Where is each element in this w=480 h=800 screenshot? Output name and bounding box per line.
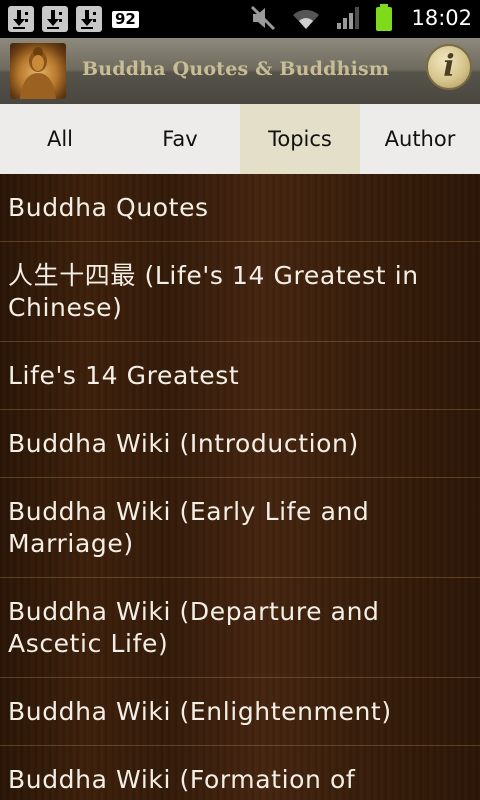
list-item-label: Buddha Wiki (Early Life and Marriage) [8, 496, 370, 558]
download-icon [74, 5, 104, 33]
list-item-label: Buddha Wiki (Departure and Ascetic Life) [8, 596, 380, 658]
list-item[interactable]: Buddha Wiki (Departure and Ascetic Life) [0, 578, 480, 678]
info-button[interactable]: i [426, 44, 472, 90]
tab-author[interactable]: Author [360, 104, 480, 174]
battery-icon [375, 4, 393, 32]
notification-area: 92 [6, 5, 139, 33]
list-item-label: Buddha Quotes [8, 192, 209, 222]
mute-icon [249, 4, 277, 32]
app-title-bar: Buddha Quotes & Buddhism i [0, 38, 480, 105]
list-item[interactable]: Buddha Quotes [0, 174, 480, 242]
list-item[interactable]: Life's 14 Greatest [0, 342, 480, 410]
clock: 18:02 [411, 6, 472, 30]
list-item[interactable]: Buddha Wiki (Early Life and Marriage) [0, 478, 480, 578]
list-item[interactable]: Buddha Wiki (Enlightenment) [0, 678, 480, 746]
system-icons: 18:02 [235, 4, 472, 32]
topic-list[interactable]: Buddha Quotes 人生十四最 (Life's 14 Greatest … [0, 174, 480, 800]
download-icon [6, 5, 36, 33]
battery-level-badge: 92 [112, 10, 139, 28]
info-icon: i [443, 49, 455, 84]
tab-fav[interactable]: Fav [120, 104, 240, 174]
list-item[interactable]: 人生十四最 (Life's 14 Greatest in Chinese) [0, 242, 480, 342]
tab-topics[interactable]: Topics [240, 104, 360, 174]
list-item-label: 人生十四最 (Life's 14 Greatest in Chinese) [8, 260, 419, 322]
wifi-icon [291, 5, 321, 31]
signal-icon [335, 5, 361, 31]
download-icon [40, 5, 70, 33]
buddha-logo-icon [10, 43, 66, 99]
list-item-label: Buddha Wiki (Introduction) [8, 428, 359, 458]
list-item-label: Buddha Wiki (Formation of [8, 765, 356, 794]
app-title: Buddha Quotes & Buddhism [82, 58, 390, 80]
status-bar: 92 18:02 [0, 0, 480, 38]
list-item-label: Buddha Wiki (Enlightenment) [8, 696, 392, 726]
list-item[interactable]: Buddha Wiki (Formation of [0, 746, 480, 800]
tab-all[interactable]: All [0, 104, 120, 174]
list-item[interactable]: Buddha Wiki (Introduction) [0, 410, 480, 478]
list-item-label: Life's 14 Greatest [8, 360, 240, 390]
tab-bar: All Fav Topics Author [0, 104, 480, 174]
